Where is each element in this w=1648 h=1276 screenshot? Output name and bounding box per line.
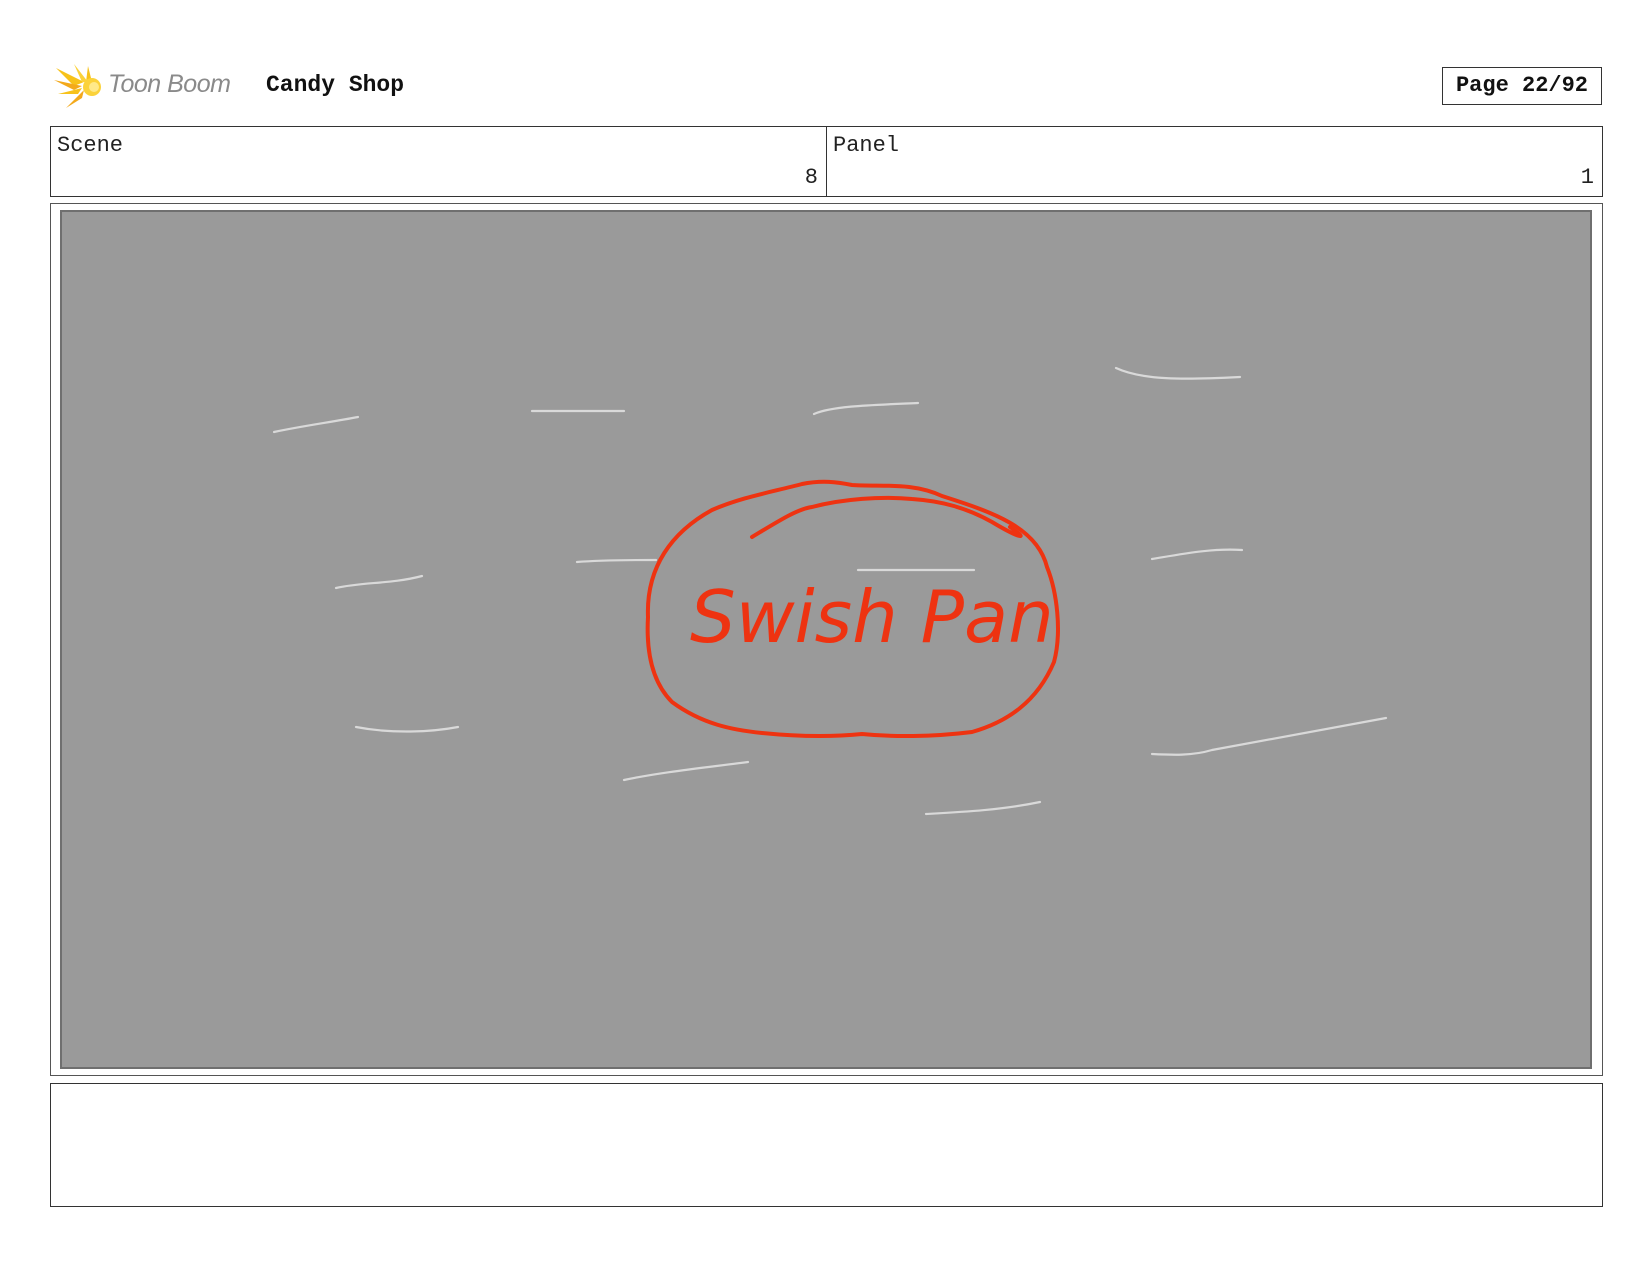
scene-cell: Scene 8: [51, 127, 826, 196]
panel-frame: Swish Pan: [50, 203, 1603, 1076]
panel-cell: Panel 1: [826, 127, 1602, 196]
panel-drawing: Swish Pan: [60, 210, 1592, 1069]
scene-value: 8: [804, 165, 818, 190]
toon-boom-logo: Toon Boom: [52, 60, 252, 112]
panel-label: Panel: [833, 133, 900, 158]
swish-pan-annotation: Swish Pan: [690, 575, 1054, 659]
project-title: Candy Shop: [266, 72, 405, 98]
scene-panel-info: Scene 8 Panel 1: [50, 126, 1603, 197]
panel-sketch: Swish Pan: [272, 366, 1388, 816]
scene-label: Scene: [57, 133, 124, 158]
page-indicator: Page 22/92: [1442, 67, 1602, 105]
logo-wordmark: Toon Boom: [108, 70, 231, 98]
caption-box: [50, 1083, 1603, 1207]
panel-value: 1: [1580, 165, 1594, 190]
